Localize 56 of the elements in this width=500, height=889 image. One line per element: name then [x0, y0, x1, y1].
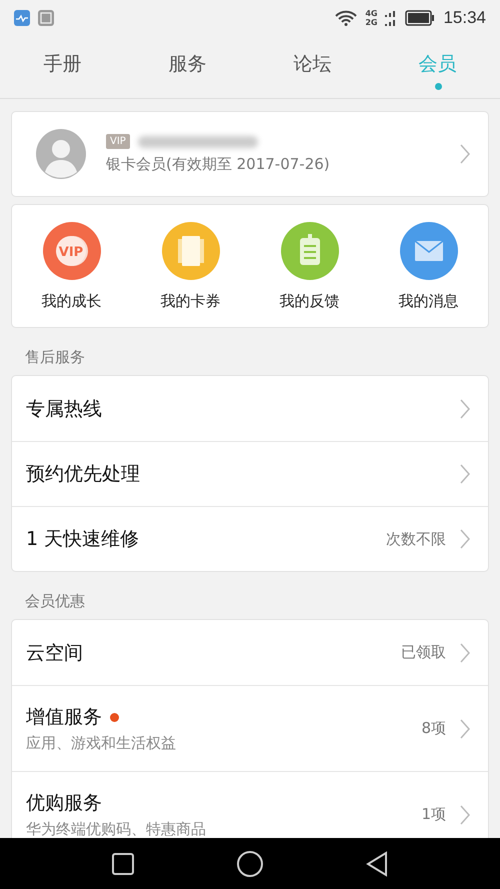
nav-tab[interactable]: 服务 — [125, 36, 250, 98]
row-subtitle: 华为终端优购码、特惠商品 — [26, 820, 207, 838]
chevron-right-icon — [460, 642, 470, 662]
profile-card[interactable]: VIP 银卡会员(有效期至 2017-07-26) — [11, 111, 489, 197]
chevron-right-icon — [460, 398, 470, 418]
network-label: 2G — [365, 18, 378, 27]
shortcut-button[interactable]: 我的反馈 — [250, 205, 369, 327]
section-title: 会员优惠 — [24, 591, 86, 612]
battery-icon — [405, 10, 436, 26]
membership-text: 银卡会员(有效期至 2017-07-26) — [106, 155, 331, 174]
shortcut-button[interactable]: 我的卡券 — [131, 205, 250, 327]
recents-icon[interactable] — [110, 852, 135, 876]
wifi-icon — [335, 10, 358, 26]
row-value: 次数不限 — [386, 530, 446, 548]
chevron-right-icon — [460, 144, 470, 164]
home-icon[interactable] — [236, 850, 264, 878]
list-row[interactable]: 1 天快速维修 次数不限 — [12, 506, 488, 571]
gallery-app-icon — [38, 10, 54, 26]
back-icon[interactable] — [365, 850, 390, 876]
list-row[interactable]: 专属热线 — [12, 376, 488, 441]
vip-badge: VIP — [106, 134, 130, 149]
shortcut-label: 我的反馈 — [280, 292, 340, 310]
nav-tab[interactable]: 手册 — [0, 36, 125, 98]
clipboard-icon — [280, 222, 338, 280]
shortcut-label: 我的卡券 — [160, 292, 220, 310]
vip-icon: VIP — [42, 222, 100, 280]
network-label: 4G — [365, 9, 378, 18]
row-value: 8项 — [421, 719, 446, 738]
clock-time: 15:34 — [443, 8, 486, 28]
chevron-right-icon — [460, 529, 470, 549]
envelope-icon — [400, 222, 458, 280]
signal-icon — [385, 9, 398, 27]
row-title: 增值服务 — [26, 705, 102, 730]
chevron-right-icon — [460, 804, 470, 824]
shortcut-label: 我的成长 — [42, 292, 102, 310]
shortcut-button[interactable]: 我的消息 — [369, 205, 488, 327]
chevron-right-icon — [460, 464, 470, 484]
row-value: 1项 — [421, 805, 446, 824]
shortcut-label: 我的消息 — [398, 292, 458, 310]
row-value: 已领取 — [401, 643, 446, 662]
row-title: 优购服务 — [26, 791, 102, 816]
cards-icon — [162, 222, 220, 280]
section-title: 售后服务 — [24, 347, 86, 368]
list-row[interactable]: 增值服务 应用、游戏和生活权益 8项 — [12, 685, 488, 771]
health-app-icon — [14, 10, 30, 26]
row-title: 云空间 — [26, 640, 83, 666]
list-row[interactable]: 预约优先处理 — [12, 441, 488, 506]
row-title: 1 天快速维修 — [26, 527, 140, 552]
nav-tab[interactable]: 论坛 — [250, 36, 375, 98]
shortcut-button[interactable]: VIP 我的成长 — [12, 205, 131, 327]
row-subtitle: 应用、游戏和生活权益 — [26, 734, 177, 753]
row-title: 预约优先处理 — [26, 462, 140, 487]
chevron-right-icon — [460, 718, 470, 738]
avatar-icon — [36, 129, 86, 179]
list-row[interactable]: 云空间 已领取 — [12, 620, 488, 685]
row-title: 专属热线 — [26, 396, 102, 422]
